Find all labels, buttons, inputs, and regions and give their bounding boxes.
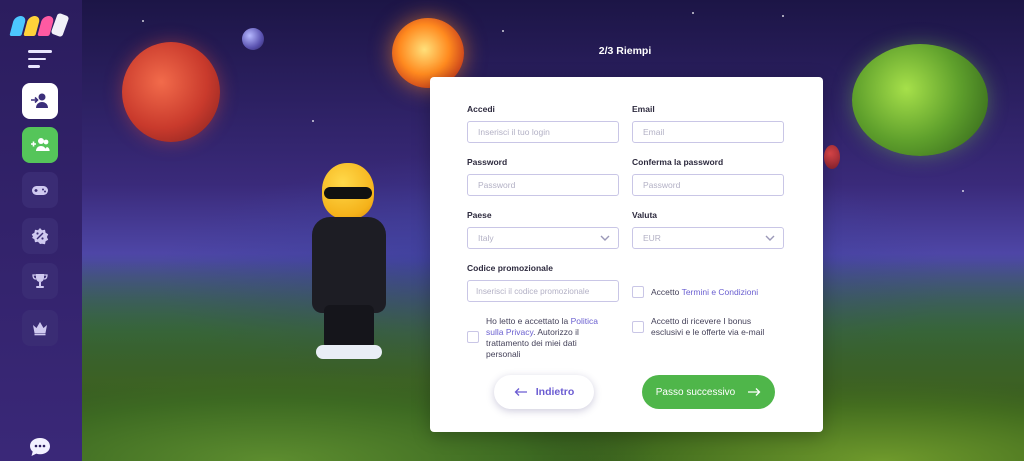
- currency-value: EUR: [643, 233, 661, 243]
- chevron-down-icon: [600, 235, 610, 241]
- promo-input[interactable]: [467, 280, 619, 302]
- confirm-password-label: Conferma la password: [632, 157, 724, 167]
- chat-icon[interactable]: [28, 437, 52, 457]
- country-label: Paese: [467, 210, 492, 220]
- terms-link[interactable]: Termini e Condizioni: [682, 287, 759, 297]
- sidebar-item-bonus[interactable]: [22, 218, 58, 254]
- offers-text: Accetto di ricevere I bonus esclusivi e …: [651, 316, 765, 337]
- currency-label: Valuta: [632, 210, 658, 220]
- sidebar-item-login[interactable]: [22, 83, 58, 119]
- terms-checkbox[interactable]: [632, 286, 644, 298]
- trophy-icon: [32, 274, 48, 288]
- sidebar-item-vip[interactable]: [22, 310, 58, 346]
- email-input[interactable]: [632, 121, 784, 143]
- menu-icon[interactable]: [28, 50, 52, 68]
- green-planet: [852, 44, 988, 156]
- sidebar-item-register[interactable]: [22, 127, 58, 163]
- login-input[interactable]: [467, 121, 619, 143]
- currency-select[interactable]: EUR: [632, 227, 784, 249]
- password-input[interactable]: [467, 174, 619, 196]
- add-users-icon: [31, 138, 50, 151]
- tiny-planet: [824, 145, 840, 169]
- user-login-icon: [31, 93, 48, 108]
- privacy-prefix: Ho letto e accettato la: [486, 316, 571, 326]
- email-field: Email: [632, 104, 784, 143]
- mascot-character: [294, 155, 404, 365]
- back-button[interactable]: Indietro: [494, 375, 594, 409]
- password-field: Password: [467, 157, 619, 196]
- red-planet: [122, 42, 220, 142]
- currency-field: Valuta EUR: [632, 210, 784, 249]
- offers-checkbox[interactable]: [632, 321, 644, 333]
- badge-percent-icon: [31, 228, 49, 245]
- country-field: Paese Italy: [467, 210, 619, 249]
- password-label: Password: [467, 157, 508, 167]
- privacy-consent: Ho letto e accettato la Politica sulla P…: [467, 316, 617, 360]
- next-button-label: Passo successivo: [655, 386, 736, 398]
- small-planet: [242, 28, 264, 50]
- terms-consent: Accetto Termini e Condizioni: [632, 286, 758, 298]
- sidebar-item-games[interactable]: [22, 172, 58, 208]
- privacy-checkbox[interactable]: [467, 331, 479, 343]
- country-value: Italy: [478, 233, 494, 243]
- offers-consent: Accetto di ricevere I bonus esclusivi e …: [632, 316, 782, 338]
- arrow-right-icon: [748, 388, 761, 396]
- login-field: Accedi: [467, 104, 619, 143]
- arrow-left-icon: [514, 388, 527, 396]
- login-label: Accedi: [467, 104, 495, 114]
- country-select[interactable]: Italy: [467, 227, 619, 249]
- gamepad-icon: [32, 186, 48, 195]
- email-label: Email: [632, 104, 655, 114]
- next-step-button[interactable]: Passo successivo: [642, 375, 775, 409]
- privacy-text: Ho letto e accettato la Politica sulla P…: [486, 316, 612, 360]
- back-button-label: Indietro: [535, 386, 575, 398]
- crown-icon: [33, 322, 47, 336]
- step-indicator: 2/3 Riempi: [598, 45, 652, 57]
- confirm-password-field: Conferma la password: [632, 157, 784, 196]
- sidebar-item-tournaments[interactable]: [22, 263, 58, 299]
- promo-field: Codice promozionale: [467, 263, 619, 302]
- chevron-down-icon: [765, 235, 775, 241]
- promo-label: Codice promozionale: [467, 263, 553, 273]
- confirm-password-input[interactable]: [632, 174, 784, 196]
- brand-logo[interactable]: [9, 10, 70, 38]
- terms-prefix: Accetto: [651, 287, 682, 297]
- sidebar: [0, 0, 82, 461]
- terms-text: Accetto Termini e Condizioni: [651, 287, 758, 298]
